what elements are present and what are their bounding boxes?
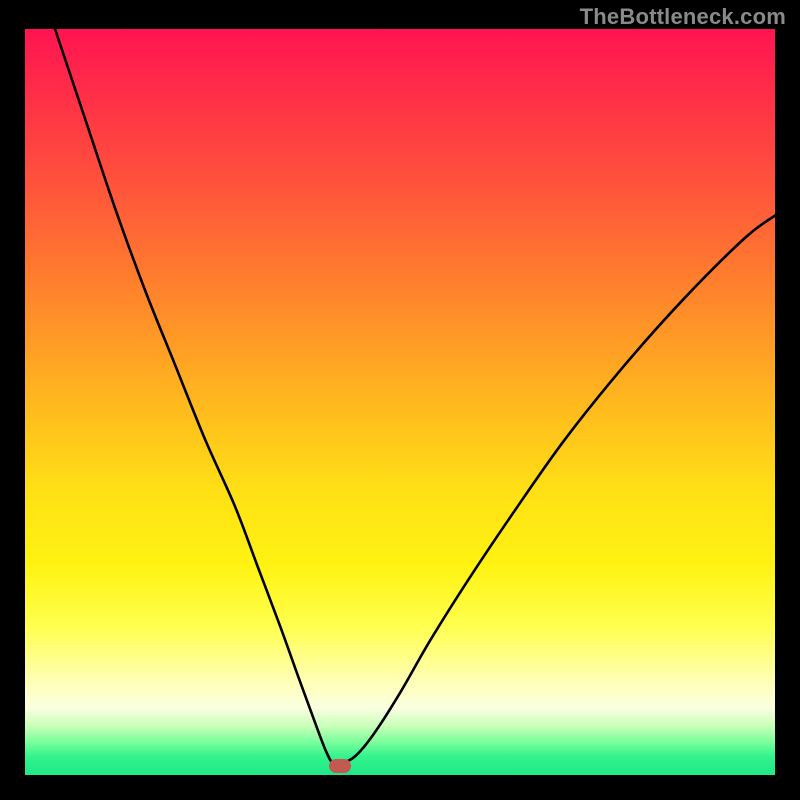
optimum-marker	[329, 759, 351, 773]
bottleneck-curve	[55, 29, 775, 765]
watermark-text: TheBottleneck.com	[580, 4, 786, 30]
chart-frame: TheBottleneck.com	[0, 0, 800, 800]
plot-area	[25, 29, 775, 775]
curve-layer	[25, 29, 775, 775]
